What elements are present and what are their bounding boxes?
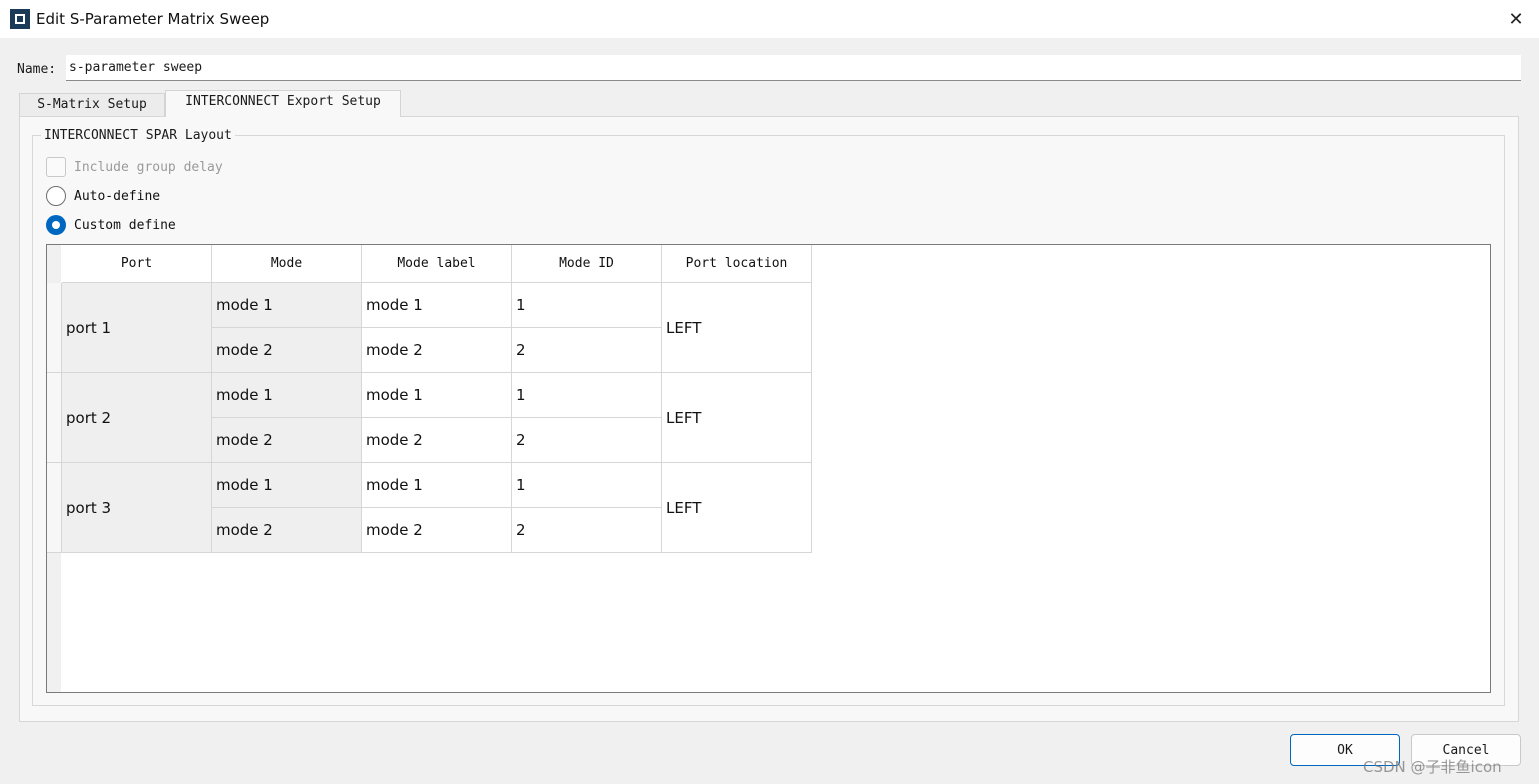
column-header-mode-label[interactable]: Mode label (362, 245, 512, 283)
name-label: Name: (17, 62, 57, 77)
mode-label-cell[interactable]: mode 1 (362, 283, 512, 328)
mode-cell[interactable]: mode 2 (212, 508, 362, 553)
port-location-cell[interactable]: LEFT (662, 283, 812, 373)
row-header[interactable] (47, 283, 62, 373)
mode-id-cell[interactable]: 2 (512, 328, 662, 373)
window-title: Edit S-Parameter Matrix Sweep (36, 10, 270, 28)
mode-label-cell[interactable]: mode 2 (362, 418, 512, 463)
row-header[interactable] (47, 463, 62, 553)
column-header-mode[interactable]: Mode (212, 245, 362, 283)
custom-define-radio[interactable] (46, 215, 66, 235)
mode-id-cell[interactable]: 1 (512, 373, 662, 418)
custom-define-label: Custom define (74, 218, 176, 233)
column-header-mode-id[interactable]: Mode ID (512, 245, 662, 283)
tab-s-matrix-setup[interactable]: S-Matrix Setup (19, 93, 165, 117)
mode-cell[interactable]: mode 1 (212, 283, 362, 328)
column-header-port[interactable]: Port (62, 245, 212, 283)
row-header[interactable] (47, 373, 62, 463)
port-cell[interactable]: port 3 (62, 463, 212, 553)
include-group-delay-label: Include group delay (74, 160, 223, 175)
auto-define-label: Auto-define (74, 189, 161, 204)
mode-id-cell[interactable]: 1 (512, 463, 662, 508)
auto-define-radio[interactable] (46, 186, 66, 206)
watermark: CSDN @子非鱼icon (1363, 758, 1502, 776)
port-location-cell[interactable]: LEFT (662, 373, 812, 463)
name-input[interactable]: s-parameter sweep (66, 55, 1521, 81)
mode-id-cell[interactable]: 2 (512, 418, 662, 463)
mode-label-cell[interactable]: mode 1 (362, 463, 512, 508)
include-group-delay-checkbox[interactable] (46, 157, 66, 177)
close-button[interactable]: ✕ (1493, 0, 1539, 38)
mode-label-cell[interactable]: mode 1 (362, 373, 512, 418)
mode-cell[interactable]: mode 2 (212, 418, 362, 463)
mode-id-cell[interactable]: 1 (512, 283, 662, 328)
mode-label-cell[interactable]: mode 2 (362, 508, 512, 553)
mode-id-cell[interactable]: 2 (512, 508, 662, 553)
title-bar: Edit S-Parameter Matrix Sweep ✕ (0, 0, 1539, 38)
port-cell[interactable]: port 2 (62, 373, 212, 463)
mode-cell[interactable]: mode 1 (212, 463, 362, 508)
group-title: INTERCONNECT SPAR Layout (41, 128, 235, 143)
tab-interconnect-export-setup[interactable]: INTERCONNECT Export Setup (165, 90, 401, 117)
port-location-cell[interactable]: LEFT (662, 463, 812, 553)
mode-cell[interactable]: mode 1 (212, 373, 362, 418)
mode-label-cell[interactable]: mode 2 (362, 328, 512, 373)
app-icon (10, 9, 30, 29)
column-header-port-location[interactable]: Port location (662, 245, 812, 283)
port-cell[interactable]: port 1 (62, 283, 212, 373)
mode-cell[interactable]: mode 2 (212, 328, 362, 373)
